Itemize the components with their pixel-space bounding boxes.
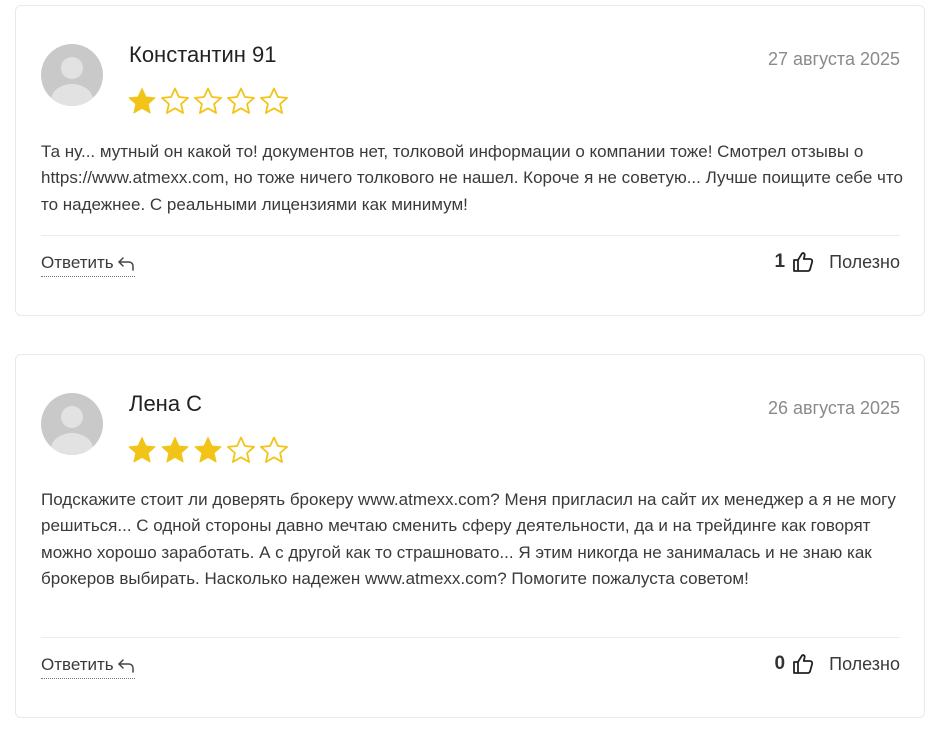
star-outline-icon	[227, 436, 255, 463]
review-text: Та ну... мутный он какой то! документов …	[41, 139, 904, 218]
divider	[41, 637, 900, 638]
like-count: 0	[774, 653, 786, 674]
review-text-body: Та ну... мутный он какой то! документов …	[41, 142, 903, 214]
star-outline-icon	[260, 87, 288, 114]
review-card: Константин 91 27 августа 2025 Та ну... м…	[15, 5, 925, 316]
star-filled-icon	[128, 437, 156, 463]
like-count: 1	[774, 251, 786, 272]
useful-block: 1 Полезно	[775, 250, 900, 274]
thumbs-up-icon[interactable]	[791, 652, 815, 676]
review-author: Константин 91	[129, 42, 277, 67]
star-filled-icon	[128, 88, 156, 114]
reply-label: Ответить	[41, 655, 114, 674]
thumbs-up-icon[interactable]	[791, 250, 815, 274]
reply-arrow-icon	[117, 659, 134, 673]
star-outline-icon	[227, 87, 255, 114]
star-outline-icon	[260, 436, 288, 463]
review-author: Лена С	[129, 391, 203, 416]
user-silhouette-icon	[51, 57, 93, 106]
avatar	[41, 44, 103, 106]
reply-label: Ответить	[41, 253, 114, 272]
reply-button[interactable]: Ответить	[41, 654, 135, 679]
star-outline-icon	[161, 87, 189, 114]
useful-block: 0 Полезно	[775, 652, 900, 676]
review-text-body: Подскажите стоит ли доверять брокеру www…	[41, 490, 896, 588]
reply-button[interactable]: Ответить	[41, 252, 135, 277]
avatar	[41, 393, 103, 455]
star-filled-icon	[161, 437, 189, 463]
user-silhouette-icon	[51, 406, 93, 455]
useful-label[interactable]: Полезно	[829, 250, 900, 274]
divider	[41, 235, 900, 236]
review-date: 27 августа 2025	[767, 49, 900, 69]
review-card: Лена С 26 августа 2025 Подскажите стоит …	[15, 354, 925, 718]
reply-arrow-icon	[117, 257, 134, 271]
star-outline-icon	[194, 87, 222, 114]
star-rating	[126, 86, 290, 116]
star-rating	[126, 435, 290, 465]
star-filled-icon	[194, 437, 222, 463]
useful-label[interactable]: Полезно	[829, 652, 900, 676]
review-text: Подскажите стоит ли доверять брокеру www…	[41, 487, 904, 592]
review-date: 26 августа 2025	[767, 398, 900, 418]
